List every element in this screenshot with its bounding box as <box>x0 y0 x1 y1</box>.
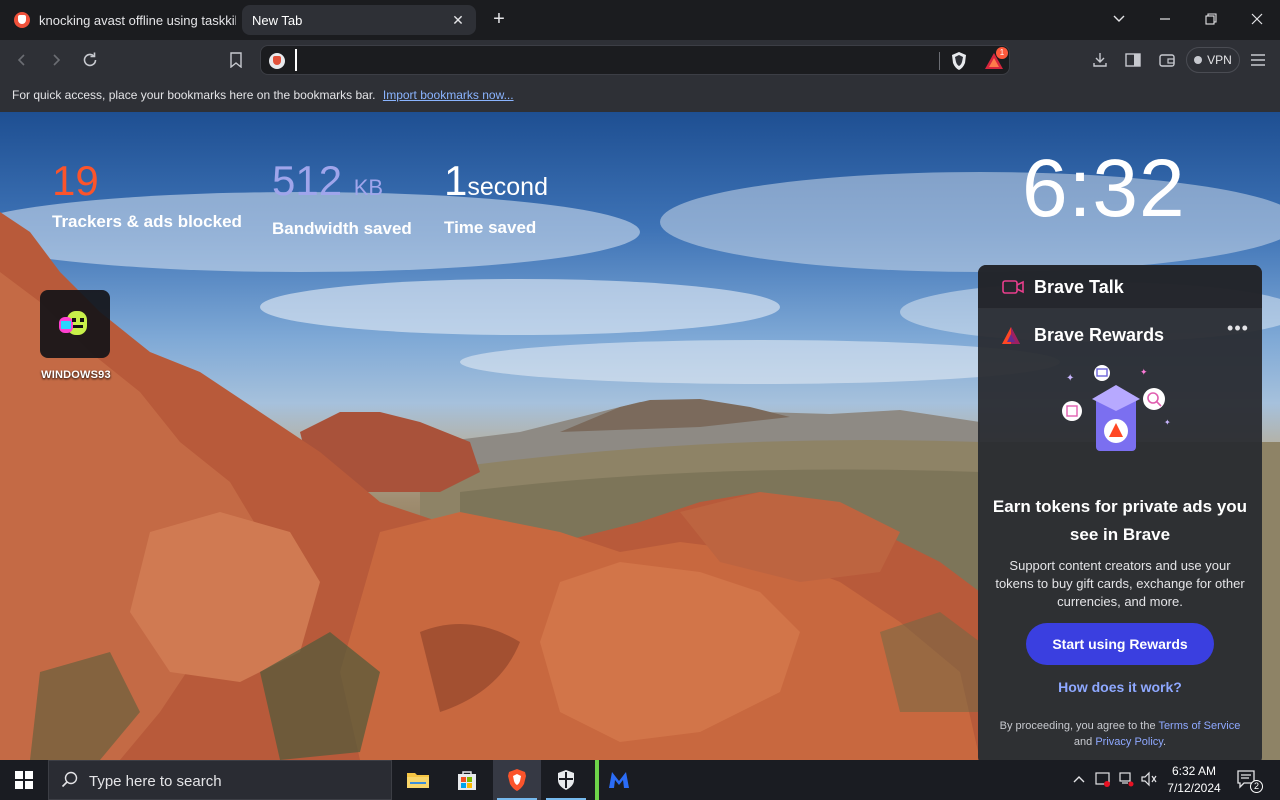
wallet-icon[interactable] <box>1155 48 1179 72</box>
stat-bandwidth: 512 KB Bandwidth saved <box>272 156 412 239</box>
active-indicator <box>595 760 599 800</box>
search-icon <box>61 771 78 788</box>
stat-time: 1second Time saved <box>444 156 548 238</box>
microsoft-store-button[interactable] <box>443 760 491 800</box>
file-explorer-button[interactable] <box>394 760 442 800</box>
back-icon[interactable] <box>10 48 34 72</box>
rewards-legal-text: By proceeding, you agree to the Terms of… <box>998 718 1242 750</box>
brave-shields-icon[interactable] <box>949 51 969 71</box>
brave-rewards-title: Brave Rewards <box>1034 325 1165 345</box>
stat-label: Bandwidth saved <box>272 219 412 238</box>
restore-icon[interactable] <box>1199 8 1223 32</box>
security-alert-icon[interactable] <box>1094 771 1112 789</box>
windows-logo-icon <box>15 771 33 789</box>
reload-icon[interactable] <box>78 48 102 72</box>
svg-text:✦: ✦ <box>1164 418 1171 427</box>
rewards-badge: 1 <box>996 47 1008 59</box>
tab-search-chevron-icon[interactable] <box>1107 8 1131 32</box>
bookmarks-bar: For quick access, place your bookmarks h… <box>0 80 1280 112</box>
bookmark-icon[interactable] <box>224 48 248 72</box>
brave-talk-widget[interactable]: Brave Talk <box>978 265 1262 309</box>
windows-security-button[interactable] <box>542 760 590 800</box>
close-tab-icon[interactable]: ✕ <box>450 12 466 28</box>
stat-value: 1 <box>444 157 468 204</box>
brave-taskbar-button[interactable] <box>493 760 541 800</box>
taskbar-clock[interactable]: 6:32 AM 7/12/2024 <box>1164 763 1224 797</box>
more-options-icon[interactable]: ••• <box>1226 319 1250 339</box>
new-tab-page: 19 Trackers & ads blocked 512 KB Bandwid… <box>0 112 1280 760</box>
stat-value: 512 <box>272 157 343 204</box>
legal-suffix: . <box>1163 736 1167 748</box>
brave-lion-icon <box>508 769 526 791</box>
address-bar[interactable]: 1 <box>260 45 1010 75</box>
bat-logo-icon <box>1001 326 1021 346</box>
brave-favicon-icon <box>14 12 30 28</box>
address-divider <box>939 52 940 70</box>
minimize-icon[interactable] <box>1153 8 1177 32</box>
bookmarks-bar-message: For quick access, place your bookmarks h… <box>12 88 376 102</box>
video-camera-icon <box>1002 279 1024 295</box>
import-bookmarks-link[interactable]: Import bookmarks now... <box>383 88 514 102</box>
toolbar: 1 VPN <box>0 40 1280 80</box>
ntp-clock: 6:32 <box>1022 143 1186 234</box>
show-hidden-icons-chevron-icon[interactable] <box>1070 771 1088 789</box>
network-icon[interactable] <box>1117 771 1135 789</box>
vpn-button[interactable]: VPN <box>1186 47 1240 73</box>
taskbar: Type here to search 6:32 AM 7/12/2024 2 <box>0 760 1280 800</box>
widget-panel: Brave Talk Brave Rewards ••• ✦ ✦ ✦ Earn … <box>978 265 1262 760</box>
top-site-label: WINDOWS93 <box>41 369 111 381</box>
tab-title: New Tab <box>252 12 303 28</box>
malwarebytes-button[interactable] <box>595 760 643 800</box>
tab-taskkill[interactable]: knocking avast offline using taskkill <box>4 5 236 35</box>
tab-strip: knocking avast offline using taskkill Ne… <box>0 0 1280 40</box>
top-site-tile[interactable] <box>40 290 110 358</box>
start-button[interactable] <box>0 760 48 800</box>
store-bag-icon <box>458 771 476 790</box>
taskbar-search-placeholder: Type here to search <box>89 773 222 790</box>
new-tab-button[interactable]: + <box>488 9 510 31</box>
site-info-icon[interactable] <box>269 53 285 69</box>
stat-unit: second <box>467 173 548 201</box>
privacy-policy-link[interactable]: Privacy Policy <box>1095 736 1163 748</box>
vpn-label: VPN <box>1207 53 1232 67</box>
legal-and: and <box>1073 736 1093 748</box>
address-input[interactable] <box>295 49 935 71</box>
brave-talk-title: Brave Talk <box>1034 277 1124 297</box>
notification-count-badge: 2 <box>1250 780 1263 793</box>
sidebar-icon[interactable] <box>1121 48 1145 72</box>
taskbar-time: 6:32 AM <box>1171 764 1217 778</box>
stat-value: 19 <box>52 157 99 204</box>
windows93-icon <box>59 311 87 335</box>
rewards-headline: Earn tokens for private ads you see in B… <box>992 497 1248 544</box>
rewards-illustration-icon: ✦ ✦ ✦ <box>1062 365 1171 451</box>
volume-muted-icon[interactable] <box>1140 771 1158 789</box>
stat-unit: KB <box>353 175 384 200</box>
stat-label: Trackers & ads blocked <box>52 212 242 231</box>
malwarebytes-icon <box>609 772 629 788</box>
terms-of-service-link[interactable]: Terms of Service <box>1158 720 1240 732</box>
stat-label: Time saved <box>444 218 537 237</box>
rewards-description: Support content creators and use your to… <box>995 558 1245 609</box>
taskbar-search[interactable]: Type here to search <box>48 760 392 800</box>
menu-icon[interactable] <box>1246 48 1270 72</box>
vpn-status-icon <box>1194 56 1203 64</box>
how-does-it-work-link[interactable]: How does it work? <box>992 679 1248 695</box>
stat-trackers: 19 Trackers & ads blocked <box>52 156 242 232</box>
svg-text:✦: ✦ <box>1066 373 1074 384</box>
tab-title: knocking avast offline using taskkill <box>39 12 236 28</box>
shield-icon <box>558 770 574 790</box>
start-using-rewards-button[interactable]: Start using Rewards <box>1026 623 1214 665</box>
close-window-icon[interactable] <box>1245 8 1269 32</box>
tab-new-tab[interactable]: New Tab ✕ <box>242 5 476 35</box>
legal-prefix: By proceeding, you agree to the <box>999 720 1156 732</box>
svg-text:✦: ✦ <box>1140 368 1148 378</box>
downloads-icon[interactable] <box>1088 48 1112 72</box>
taskbar-date: 7/12/2024 <box>1167 781 1221 795</box>
forward-icon[interactable] <box>44 48 68 72</box>
folder-icon <box>407 773 429 788</box>
